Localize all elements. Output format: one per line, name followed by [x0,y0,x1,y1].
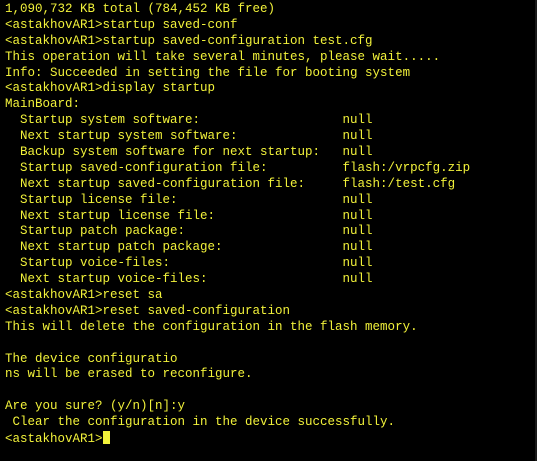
command-line: <astakhovAR1>startup saved-configuration… [5,33,373,48]
startup-info-row: Next startup patch package: null [5,240,373,255]
startup-info-row: Next startup license file: null [5,208,373,223]
startup-info-row: Startup saved-configuration file: flash:… [5,160,471,175]
command-line: <astakhovAR1>startup saved-conf [5,17,238,32]
command-line: <astakhovAR1>reset saved-configuration [5,303,291,318]
prompt-text: <astakhovAR1> [5,432,103,447]
text-cursor [102,431,110,445]
output-line: This operation will take several minutes… [5,49,441,64]
startup-info-row: Startup voice-files: null [5,256,373,271]
output-line: ns will be erased to reconfigure. [5,367,253,382]
command-line: <astakhovAR1>display startup [5,81,216,96]
output-line-storage: 1,090,732 KB total (784,452 KB free) [5,2,276,16]
output-line: Clear the configuration in the device su… [5,415,396,430]
command-line: <astakhovAR1>reset sa [5,288,163,303]
output-line: The device configuratio [5,351,178,366]
active-prompt-line[interactable]: <astakhovAR1> [5,431,537,447]
output-line: Info: Succeeded in setting the file for … [5,65,411,80]
startup-info-row: Backup system software for next startup:… [5,145,373,160]
startup-info-row: Next startup system software: null [5,129,373,144]
output-line: This will delete the configuration in th… [5,319,418,334]
startup-info-row: Startup license file: null [5,192,373,207]
startup-info-row: Next startup saved-configuration file: f… [5,176,456,191]
output-line-heading: MainBoard: [5,97,81,112]
startup-info-row: Startup patch package: null [5,224,373,239]
terminal-window[interactable]: 1,090,732 KB total (784,452 KB free) <as… [0,0,537,461]
startup-info-row: Next startup voice-files: null [5,272,373,287]
startup-info-row: Startup system software: null [5,113,373,128]
confirm-prompt-line: Are you sure? (y/n)[n]:y [5,399,186,414]
